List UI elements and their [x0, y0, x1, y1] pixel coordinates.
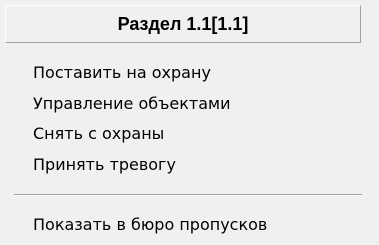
menu-item-arm[interactable]: Поставить на охрану	[0, 60, 379, 86]
menu-separator	[14, 194, 362, 196]
menu-item-manage-objects[interactable]: Управление объектами	[0, 91, 379, 117]
menu-header-title: Раздел 1.1[1.1]	[5, 5, 361, 43]
context-menu: Раздел 1.1[1.1] Поставить на охрану Упра…	[0, 0, 379, 245]
menu-item-disarm[interactable]: Снять с охраны	[0, 121, 379, 147]
menu-item-accept-alarm[interactable]: Принять тревогу	[0, 152, 379, 178]
menu-item-show-in-pass-office[interactable]: Показать в бюро пропусков	[0, 212, 379, 238]
